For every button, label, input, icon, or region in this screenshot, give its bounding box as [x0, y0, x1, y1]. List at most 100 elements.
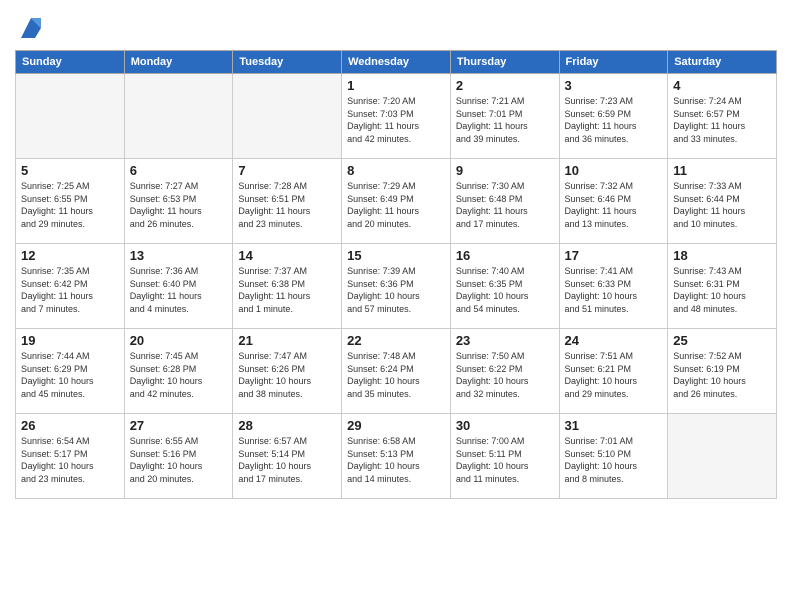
day-info: Sunrise: 7:50 AM Sunset: 6:22 PM Dayligh… [456, 350, 554, 400]
calendar-cell: 13 Sunrise: 7:36 AM Sunset: 6:40 PM Dayli… [124, 244, 233, 329]
day-number: 11 [673, 163, 771, 178]
day-info: Sunrise: 7:41 AM Sunset: 6:33 PM Dayligh… [565, 265, 663, 315]
weekday-header-monday: Monday [124, 51, 233, 74]
day-info: Sunrise: 7:28 AM Sunset: 6:51 PM Dayligh… [238, 180, 336, 230]
week-row-3: 12 Sunrise: 7:35 AM Sunset: 6:42 PM Dayli… [16, 244, 777, 329]
day-number: 2 [456, 78, 554, 93]
weekday-header-friday: Friday [559, 51, 668, 74]
calendar-cell: 21 Sunrise: 7:47 AM Sunset: 6:26 PM Dayli… [233, 329, 342, 414]
day-number: 24 [565, 333, 663, 348]
calendar-cell: 23Sunrise: 7:50 AM Sunset: 6:22 PM Dayli… [450, 329, 559, 414]
day-number: 25 [673, 333, 771, 348]
day-number: 7 [238, 163, 336, 178]
day-info: Sunrise: 7:24 AM Sunset: 6:57 PM Dayligh… [673, 95, 771, 145]
calendar-cell: 17Sunrise: 7:41 AM Sunset: 6:33 PM Dayli… [559, 244, 668, 329]
calendar-cell: 4 Sunrise: 7:24 AM Sunset: 6:57 PM Daylig… [668, 74, 777, 159]
day-info: Sunrise: 7:52 AM Sunset: 6:19 PM Dayligh… [673, 350, 771, 400]
day-info: Sunrise: 7:25 AM Sunset: 6:55 PM Dayligh… [21, 180, 119, 230]
week-row-4: 19 Sunrise: 7:44 AM Sunset: 6:29 PM Dayli… [16, 329, 777, 414]
calendar-cell: 8 Sunrise: 7:29 AM Sunset: 6:49 PM Daylig… [342, 159, 451, 244]
calendar-cell: 31 Sunrise: 7:01 AM Sunset: 5:10 PM Dayli… [559, 414, 668, 499]
weekday-header-sunday: Sunday [16, 51, 125, 74]
day-info: Sunrise: 7:00 AM Sunset: 5:11 PM Dayligh… [456, 435, 554, 485]
day-info: Sunrise: 7:44 AM Sunset: 6:29 PM Dayligh… [21, 350, 119, 400]
calendar-cell: 9 Sunrise: 7:30 AM Sunset: 6:48 PM Daylig… [450, 159, 559, 244]
day-info: Sunrise: 7:30 AM Sunset: 6:48 PM Dayligh… [456, 180, 554, 230]
calendar-cell: 26Sunrise: 6:54 AM Sunset: 5:17 PM Dayli… [16, 414, 125, 499]
day-info: Sunrise: 7:32 AM Sunset: 6:46 PM Dayligh… [565, 180, 663, 230]
day-number: 4 [673, 78, 771, 93]
day-info: Sunrise: 7:01 AM Sunset: 5:10 PM Dayligh… [565, 435, 663, 485]
calendar-cell: 10 Sunrise: 7:32 AM Sunset: 6:46 PM Dayli… [559, 159, 668, 244]
calendar-cell: 18 Sunrise: 7:43 AM Sunset: 6:31 PM Dayli… [668, 244, 777, 329]
day-number: 28 [238, 418, 336, 433]
calendar-cell: 22 Sunrise: 7:48 AM Sunset: 6:24 PM Dayli… [342, 329, 451, 414]
day-number: 14 [238, 248, 336, 263]
calendar-cell: 7 Sunrise: 7:28 AM Sunset: 6:51 PM Daylig… [233, 159, 342, 244]
day-number: 19 [21, 333, 119, 348]
day-info: Sunrise: 7:21 AM Sunset: 7:01 PM Dayligh… [456, 95, 554, 145]
day-info: Sunrise: 7:37 AM Sunset: 6:38 PM Dayligh… [238, 265, 336, 315]
day-info: Sunrise: 7:43 AM Sunset: 6:31 PM Dayligh… [673, 265, 771, 315]
day-info: Sunrise: 7:36 AM Sunset: 6:40 PM Dayligh… [130, 265, 228, 315]
calendar-cell: 11 Sunrise: 7:33 AM Sunset: 6:44 PM Dayli… [668, 159, 777, 244]
calendar-cell: 6Sunrise: 7:27 AM Sunset: 6:53 PM Daylig… [124, 159, 233, 244]
weekday-header-wednesday: Wednesday [342, 51, 451, 74]
header [15, 10, 777, 42]
calendar-cell: 3Sunrise: 7:23 AM Sunset: 6:59 PM Daylig… [559, 74, 668, 159]
weekday-header-saturday: Saturday [668, 51, 777, 74]
day-number: 22 [347, 333, 445, 348]
calendar-cell [233, 74, 342, 159]
day-number: 26 [21, 418, 119, 433]
day-info: Sunrise: 7:47 AM Sunset: 6:26 PM Dayligh… [238, 350, 336, 400]
day-info: Sunrise: 6:58 AM Sunset: 5:13 PM Dayligh… [347, 435, 445, 485]
day-number: 13 [130, 248, 228, 263]
day-info: Sunrise: 7:29 AM Sunset: 6:49 PM Dayligh… [347, 180, 445, 230]
day-number: 20 [130, 333, 228, 348]
day-info: Sunrise: 7:48 AM Sunset: 6:24 PM Dayligh… [347, 350, 445, 400]
week-row-5: 26Sunrise: 6:54 AM Sunset: 5:17 PM Dayli… [16, 414, 777, 499]
calendar-cell: 24 Sunrise: 7:51 AM Sunset: 6:21 PM Dayli… [559, 329, 668, 414]
day-number: 8 [347, 163, 445, 178]
day-number: 10 [565, 163, 663, 178]
calendar-cell: 2 Sunrise: 7:21 AM Sunset: 7:01 PM Daylig… [450, 74, 559, 159]
calendar-cell: 20 Sunrise: 7:45 AM Sunset: 6:28 PM Dayli… [124, 329, 233, 414]
day-number: 5 [21, 163, 119, 178]
week-row-2: 5 Sunrise: 7:25 AM Sunset: 6:55 PM Daylig… [16, 159, 777, 244]
calendar-cell: 14 Sunrise: 7:37 AM Sunset: 6:38 PM Dayli… [233, 244, 342, 329]
day-info: Sunrise: 6:57 AM Sunset: 5:14 PM Dayligh… [238, 435, 336, 485]
page: SundayMondayTuesdayWednesdayThursdayFrid… [0, 0, 792, 612]
day-number: 9 [456, 163, 554, 178]
day-info: Sunrise: 6:55 AM Sunset: 5:16 PM Dayligh… [130, 435, 228, 485]
calendar-cell [668, 414, 777, 499]
day-number: 31 [565, 418, 663, 433]
calendar-cell: 25 Sunrise: 7:52 AM Sunset: 6:19 PM Dayli… [668, 329, 777, 414]
calendar-table: SundayMondayTuesdayWednesdayThursdayFrid… [15, 50, 777, 499]
calendar-cell: 29 Sunrise: 6:58 AM Sunset: 5:13 PM Dayli… [342, 414, 451, 499]
calendar-cell [124, 74, 233, 159]
day-info: Sunrise: 7:35 AM Sunset: 6:42 PM Dayligh… [21, 265, 119, 315]
logo [15, 14, 45, 42]
calendar-cell: 1 Sunrise: 7:20 AM Sunset: 7:03 PM Daylig… [342, 74, 451, 159]
logo-icon [17, 14, 45, 42]
day-number: 29 [347, 418, 445, 433]
calendar-cell: 27 Sunrise: 6:55 AM Sunset: 5:16 PM Dayli… [124, 414, 233, 499]
day-info: Sunrise: 7:39 AM Sunset: 6:36 PM Dayligh… [347, 265, 445, 315]
week-row-1: 1 Sunrise: 7:20 AM Sunset: 7:03 PM Daylig… [16, 74, 777, 159]
calendar-cell [16, 74, 125, 159]
day-number: 12 [21, 248, 119, 263]
calendar-cell: 16Sunrise: 7:40 AM Sunset: 6:35 PM Dayli… [450, 244, 559, 329]
day-info: Sunrise: 7:20 AM Sunset: 7:03 PM Dayligh… [347, 95, 445, 145]
day-number: 27 [130, 418, 228, 433]
weekday-header-thursday: Thursday [450, 51, 559, 74]
day-info: Sunrise: 7:33 AM Sunset: 6:44 PM Dayligh… [673, 180, 771, 230]
day-info: Sunrise: 7:23 AM Sunset: 6:59 PM Dayligh… [565, 95, 663, 145]
day-number: 21 [238, 333, 336, 348]
calendar-cell: 12 Sunrise: 7:35 AM Sunset: 6:42 PM Dayli… [16, 244, 125, 329]
day-info: Sunrise: 7:51 AM Sunset: 6:21 PM Dayligh… [565, 350, 663, 400]
day-number: 18 [673, 248, 771, 263]
day-number: 1 [347, 78, 445, 93]
weekday-header-tuesday: Tuesday [233, 51, 342, 74]
day-number: 30 [456, 418, 554, 433]
day-info: Sunrise: 7:45 AM Sunset: 6:28 PM Dayligh… [130, 350, 228, 400]
